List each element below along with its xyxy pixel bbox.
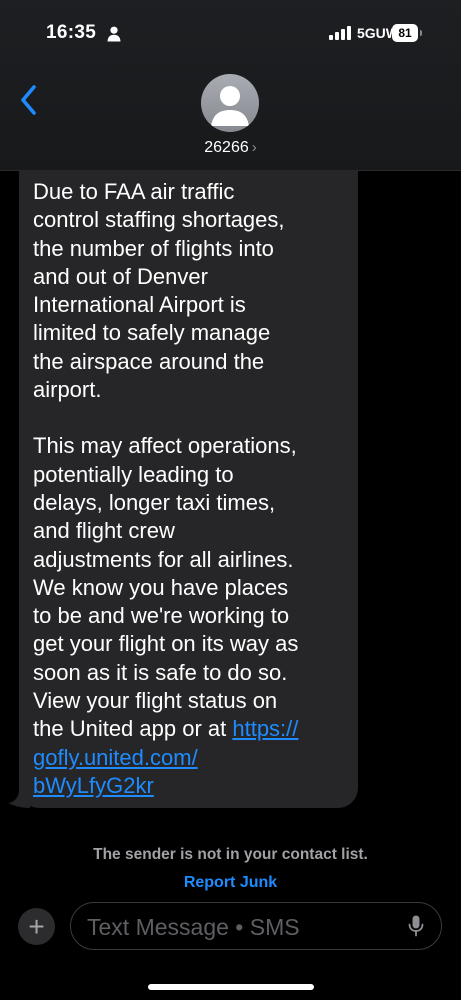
- back-button[interactable]: [14, 82, 44, 118]
- status-bar: 16:35 5GUW 81: [0, 0, 461, 62]
- unknown-sender-notice: The sender is not in your contact list.: [93, 846, 368, 863]
- contact-avatar[interactable]: [201, 74, 259, 132]
- plus-icon: +: [28, 911, 45, 942]
- message-paragraph-1: Due to FAA air traffic control staffing …: [33, 179, 285, 403]
- report-junk-button[interactable]: Report Junk: [0, 874, 461, 892]
- message-paragraph-2: This may affect operations, potentially …: [33, 432, 344, 800]
- microphone-icon[interactable]: [408, 915, 424, 937]
- conversation-header: 16:35 5GUW 81 26266 ›: [0, 0, 461, 171]
- contact-name-button[interactable]: 26266 ›: [0, 139, 461, 157]
- battery-level: 81: [392, 24, 418, 42]
- status-time: 16:35: [46, 22, 97, 43]
- battery-tip: [420, 30, 422, 36]
- battery-icon: 81: [392, 24, 422, 42]
- bubble-tail: [8, 790, 30, 808]
- home-indicator[interactable]: [148, 984, 314, 990]
- person-silhouette-icon: [211, 86, 249, 126]
- message-paragraph-2-text: This may affect operations, potentially …: [33, 433, 299, 742]
- chevron-right-icon: ›: [251, 139, 257, 156]
- cellular-signal-icon: [329, 26, 351, 40]
- message-input[interactable]: Text Message • SMS: [70, 902, 442, 950]
- plus-button[interactable]: +: [18, 908, 55, 945]
- message-bubble[interactable]: Due to FAA air traffic control staffing …: [19, 170, 358, 808]
- contact-name: 26266: [204, 139, 249, 156]
- person-icon: [107, 26, 121, 42]
- message-input-placeholder: Text Message • SMS: [87, 914, 300, 940]
